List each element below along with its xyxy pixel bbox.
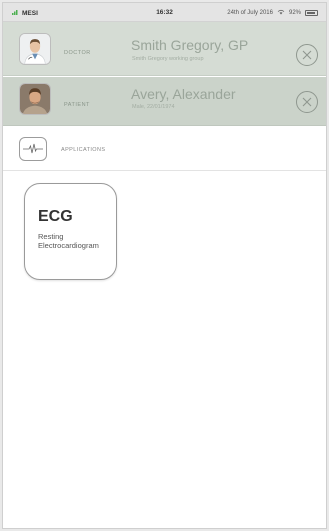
doctor-row[interactable]: DOCTOR Smith Gregory, GP Smith Gregory w… (3, 22, 326, 76)
doctor-name: Smith Gregory, GP (131, 37, 249, 53)
close-icon (302, 50, 312, 60)
ecg-wave-icon (23, 143, 43, 154)
status-right: 24th of July 2016 92% (227, 9, 318, 17)
patient-details: Male, 22/01/1974 (132, 104, 175, 110)
patient-label: PATIENT (64, 102, 90, 108)
app-window: MESI 16:32 24th of July 2016 92% DOCTOR … (2, 2, 327, 529)
tile-description: Resting Electrocardiogram (38, 232, 99, 250)
doctor-group: Smith Gregory working group (132, 56, 204, 62)
ecg-app-tile[interactable]: ECG Resting Electrocardiogram (24, 183, 117, 280)
wifi-icon (277, 9, 285, 17)
patient-name: Avery, Alexander (131, 86, 236, 102)
doctor-close-button[interactable] (296, 44, 318, 66)
patient-row[interactable]: PATIENT Avery, Alexander Male, 22/01/197… (3, 77, 326, 126)
applications-row: APPLICATIONS (3, 127, 326, 171)
close-icon (302, 97, 312, 107)
applications-label: APPLICATIONS (61, 147, 106, 153)
patient-close-button[interactable] (296, 91, 318, 113)
status-date: 24th of July 2016 (227, 10, 273, 16)
doctor-avatar (19, 33, 51, 65)
battery-percent: 92% (288, 10, 301, 16)
tile-title: ECG (38, 208, 73, 225)
patient-avatar (19, 83, 51, 115)
status-bar: MESI 16:32 24th of July 2016 92% (3, 3, 326, 22)
doctor-label: DOCTOR (64, 50, 91, 56)
applications-icon (19, 137, 47, 161)
battery-icon (305, 10, 318, 16)
